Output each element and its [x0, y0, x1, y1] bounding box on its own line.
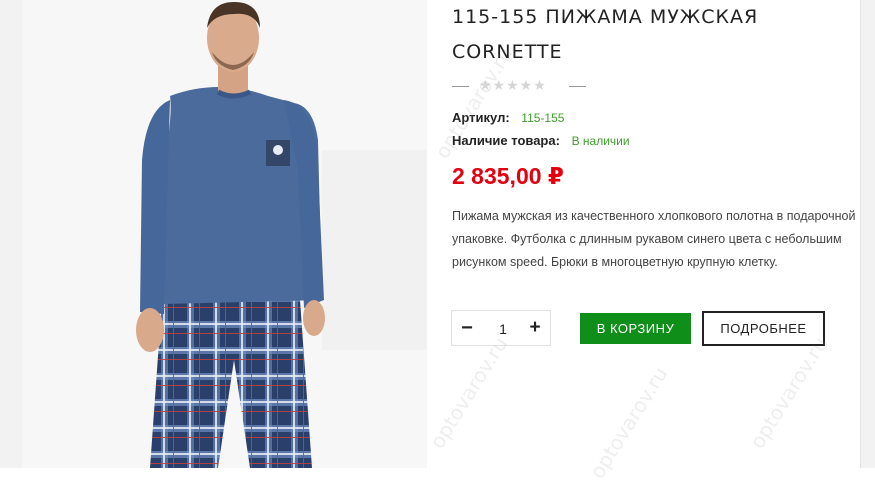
watermark-text: optovarov.ru: [745, 332, 833, 453]
right-scrollbar-area[interactable]: [860, 0, 875, 468]
rating-divider-right: [569, 86, 586, 87]
watermark-text: optovarov.ru: [425, 332, 513, 453]
watermark-text: optovarov.ru: [585, 362, 673, 483]
sku-row: Артикул: 115-155: [452, 110, 564, 125]
product-photo-illustration: [22, 0, 427, 468]
quantity-stepper: − +: [451, 310, 551, 346]
details-button[interactable]: Подробнее: [702, 311, 825, 346]
product-description: Пижама мужская из качественного хлопково…: [452, 209, 856, 269]
increase-quantity-button[interactable]: +: [522, 311, 548, 345]
add-to-cart-button[interactable]: В корзину: [580, 313, 691, 344]
rating-divider-left: [452, 86, 469, 87]
star-rating-icon[interactable]: ★★★★★: [479, 77, 547, 94]
decrease-quantity-button[interactable]: −: [454, 311, 480, 345]
availability-row: Наличие товара: В наличии: [452, 133, 630, 148]
product-price: 2 835,00 ₽: [452, 163, 564, 189]
product-title: 115-155 ПИЖАМА МУЖСКАЯ CORNETTE: [452, 6, 759, 63]
sku-label: Артикул:: [452, 110, 510, 125]
left-page-margin: [0, 0, 22, 468]
quantity-input[interactable]: [482, 314, 524, 344]
rating-row: ★★★★★: [452, 76, 652, 96]
availability-label: Наличие товара:: [452, 133, 560, 148]
product-image[interactable]: [22, 0, 427, 468]
availability-value: В наличии: [571, 134, 630, 148]
sku-value: 115-155: [521, 111, 565, 125]
